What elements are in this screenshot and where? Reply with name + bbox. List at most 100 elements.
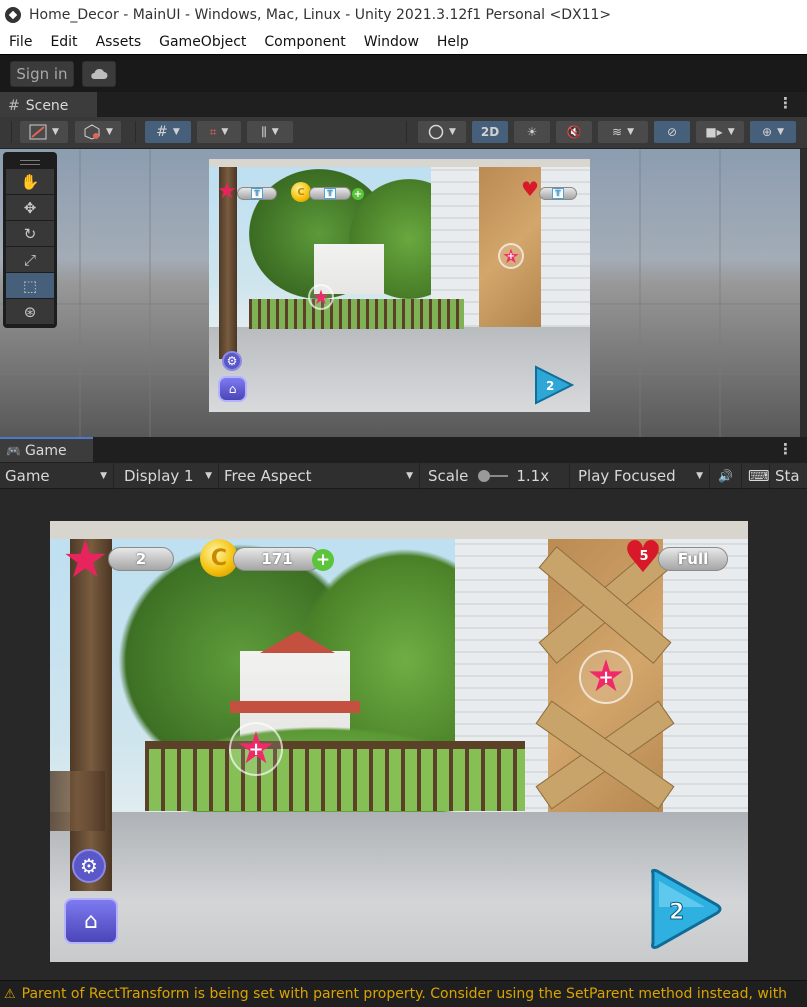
camera-dropdown[interactable]: ■▸ ▼ (696, 121, 744, 143)
separator (135, 121, 136, 143)
scene-viewport[interactable]: ★ T C T + ♥ T ★ ★ + ⚙ ⌂ 2 (0, 149, 800, 437)
scale-tool[interactable]: ⤢ (6, 247, 54, 272)
draw-mode-dropdown[interactable]: ▼ (20, 121, 68, 143)
shop-icon: ⌂ (84, 908, 98, 934)
add-coins-icon: + (352, 188, 364, 200)
shortcuts-toggle[interactable]: ⌨ (742, 462, 770, 489)
menu-gameobject[interactable]: GameObject (159, 34, 246, 50)
scale-slider[interactable] (478, 469, 509, 483)
coin-icon: C (291, 182, 311, 202)
audio-toggle[interactable]: 🔇 (556, 121, 592, 143)
rotate-tool[interactable]: ↻ (6, 221, 54, 246)
cloud-button[interactable] (82, 61, 116, 87)
increment-snap-dropdown[interactable]: ⫼ ▼ (247, 121, 293, 143)
scene-scrollbar[interactable] (800, 149, 807, 437)
toggle-2d-button[interactable]: 2D (472, 121, 508, 143)
stats-toggle[interactable]: Sta (770, 463, 803, 489)
stats-label: Sta (775, 466, 800, 485)
menu-window[interactable]: Window (364, 34, 419, 50)
porch-railing-left (50, 771, 105, 831)
level-number: 2 (669, 900, 684, 925)
hotspot-door: ★ + (498, 243, 524, 269)
scale-icon: ⤢ (23, 250, 36, 269)
scene-more-icon[interactable]: ⋮ (778, 94, 793, 112)
gear-icon: ⚙ (80, 854, 98, 878)
scene-hash-icon: # (8, 97, 20, 114)
window-title: Home_Decor - MainUI - Windows, Mac, Linu… (29, 7, 612, 23)
grid-toggle-dropdown[interactable]: # ▼ (145, 121, 191, 143)
view-type-dropdown[interactable]: Game ▼ (0, 462, 114, 489)
transform-tool[interactable]: ⊛ (6, 299, 54, 324)
svg-text:2: 2 (546, 379, 554, 393)
star-icon: ★ (217, 179, 237, 204)
scene-canvas-preview[interactable]: ★ T C T + ♥ T ★ ★ + ⚙ ⌂ 2 (209, 159, 590, 412)
hotspot-left: ★ (308, 284, 334, 310)
move-tool[interactable]: ✥ (6, 195, 54, 220)
aspect-label: Free Aspect (224, 466, 312, 485)
main-toolbar: Sign in (0, 54, 807, 92)
transform-icon: ⊛ (23, 302, 37, 321)
play-level-icon: 2 (535, 365, 575, 405)
menu-edit[interactable]: Edit (50, 34, 77, 50)
add-coins-button[interactable]: + (312, 549, 334, 571)
game-tab-bar: 🎮 Game ⋮ (0, 437, 807, 463)
lives-status: Full (658, 547, 728, 571)
audio-mute-icon: 🔇 (566, 125, 582, 139)
hidden-objects-toggle[interactable]: ⊘ (654, 121, 690, 143)
floor (50, 812, 748, 962)
tool-palette-grip[interactable] (6, 155, 54, 169)
grid-icon: # (156, 124, 168, 140)
rect-icon: ⬚ (22, 276, 38, 295)
menu-file[interactable]: File (9, 34, 32, 50)
hand-icon: ✋ (20, 172, 40, 191)
heart-icon: ♥ (521, 177, 539, 201)
game-more-icon[interactable]: ⋮ (778, 440, 793, 458)
lighting-toggle[interactable]: ☀ (514, 121, 550, 143)
chevron-down-icon: ▼ (100, 470, 107, 481)
game-toolbar: Game ▼ Display 1 ▼ Free Aspect ▼ Scale 1.1x… (0, 462, 807, 489)
menu-assets[interactable]: Assets (96, 34, 142, 50)
settings-button[interactable]: ⚙ (72, 849, 106, 883)
unity-logo-icon (5, 7, 21, 23)
scale-value: 1.1x (516, 466, 550, 485)
tool-palette: ✋ ✥ ↻ ⤢ ⬚ ⊛ (3, 152, 57, 328)
railing (249, 299, 464, 329)
decor-hotspot-door[interactable]: ★ + (579, 650, 633, 704)
snap-dropdown[interactable]: ⌗ ▼ (197, 121, 241, 143)
keyboard-icon: ⌨ (748, 466, 770, 485)
mute-audio-toggle[interactable]: 🔊 (710, 462, 742, 489)
display-dropdown[interactable]: Display 1 ▼ (114, 462, 219, 489)
tab-scene[interactable]: # Scene (0, 92, 97, 117)
play-mode-label: Play Focused (578, 466, 676, 485)
scale-slider-thumb[interactable] (478, 469, 491, 482)
aspect-dropdown[interactable]: Free Aspect ▼ (219, 462, 420, 489)
effects-dropdown[interactable]: ≋ ▼ (598, 121, 648, 143)
scale-label: Scale (428, 466, 469, 485)
gizmos-dropdown[interactable]: ⊕ ▼ (750, 121, 796, 143)
sign-in-button[interactable]: Sign in (10, 61, 74, 87)
hand-tool[interactable]: ✋ (6, 169, 54, 194)
shop-button[interactable]: ⌂ (64, 898, 118, 944)
view-type-label: Game (5, 466, 50, 485)
tab-scene-label: Scene (25, 97, 69, 114)
decor-hotspot-railing[interactable]: ★ + (229, 722, 283, 776)
ceiling (209, 159, 590, 167)
menu-component[interactable]: Component (264, 34, 345, 50)
render-mode-dropdown[interactable]: ▼ (75, 121, 121, 143)
menu-bar: File Edit Assets GameObject Component Wi… (0, 30, 807, 54)
shading-mode-dropdown[interactable]: ▼ (418, 121, 466, 143)
effects-icon: ≋ (612, 125, 623, 139)
menu-help[interactable]: Help (437, 34, 469, 50)
console-status-bar[interactable]: ⚠ Parent of RectTransform is being set w… (0, 980, 807, 1007)
lighting-icon: ☀ (526, 125, 538, 139)
stars-count: 2 (108, 547, 174, 571)
shop-icon: ⌂ (218, 376, 247, 402)
display-label: Display 1 (124, 466, 194, 485)
rect-tool[interactable]: ⬚ (6, 273, 54, 298)
snap-icon: ⌗ (209, 124, 217, 139)
coins-count: 171 (233, 547, 321, 571)
game-render[interactable]: ★ 2 C 171 + ♥ 5 Full ★ + ★ + ⚙ ⌂ 2 (50, 521, 748, 962)
play-mode-dropdown[interactable]: Play Focused ▼ (570, 462, 710, 489)
play-level-button[interactable]: 2 (647, 867, 725, 951)
tab-game[interactable]: 🎮 Game (0, 437, 93, 462)
